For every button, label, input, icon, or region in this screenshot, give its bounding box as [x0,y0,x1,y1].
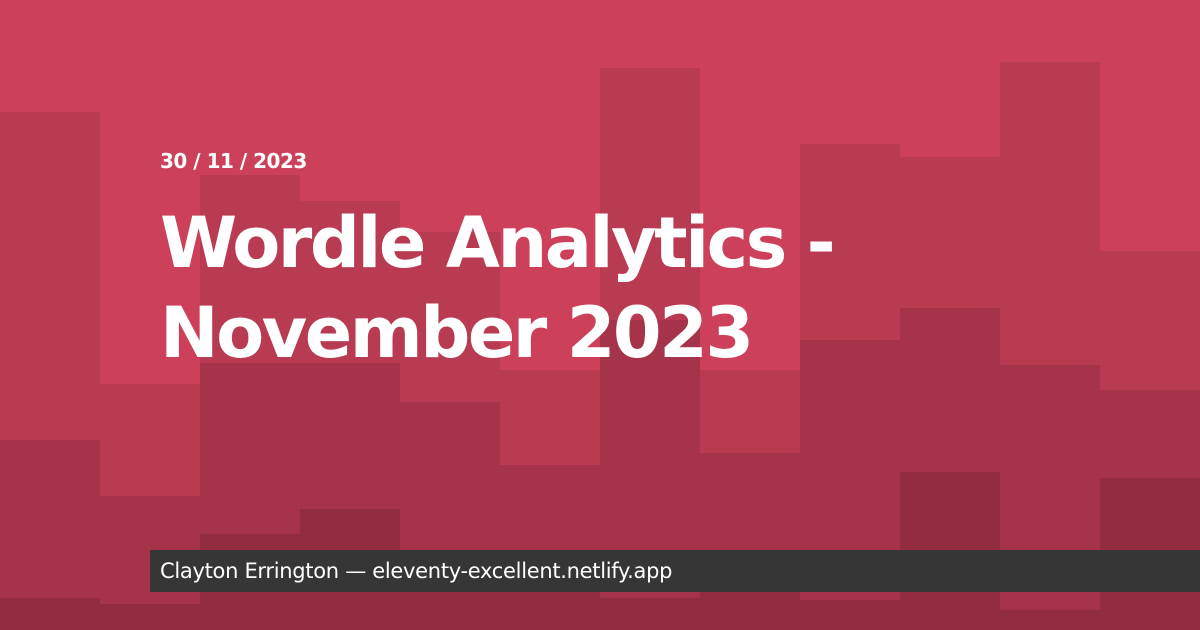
background-bar [600,598,700,630]
footer-bar: Clayton Errington — eleventy-excellent.n… [150,550,1200,592]
background-bar [800,600,900,630]
site-url: eleventy-excellent.netlify.app [372,559,673,583]
background-bar [1000,610,1100,630]
post-title: Wordle Analytics - November 2023 [160,198,1160,378]
background-bar [700,590,800,630]
background-bar [0,598,100,630]
post-title-line-1: Wordle Analytics - [160,202,836,284]
author-name: Clayton Errington [160,559,339,583]
background-bar [500,590,600,630]
footer-separator: — [345,559,366,583]
background-bar [100,604,200,630]
og-card: 30 / 11 / 2023 Wordle Analytics - Novemb… [0,0,1200,630]
post-date: 30 / 11 / 2023 [160,149,307,173]
footer-text: Clayton Errington — eleventy-excellent.n… [160,550,672,592]
post-title-line-2: November 2023 [160,292,754,374]
